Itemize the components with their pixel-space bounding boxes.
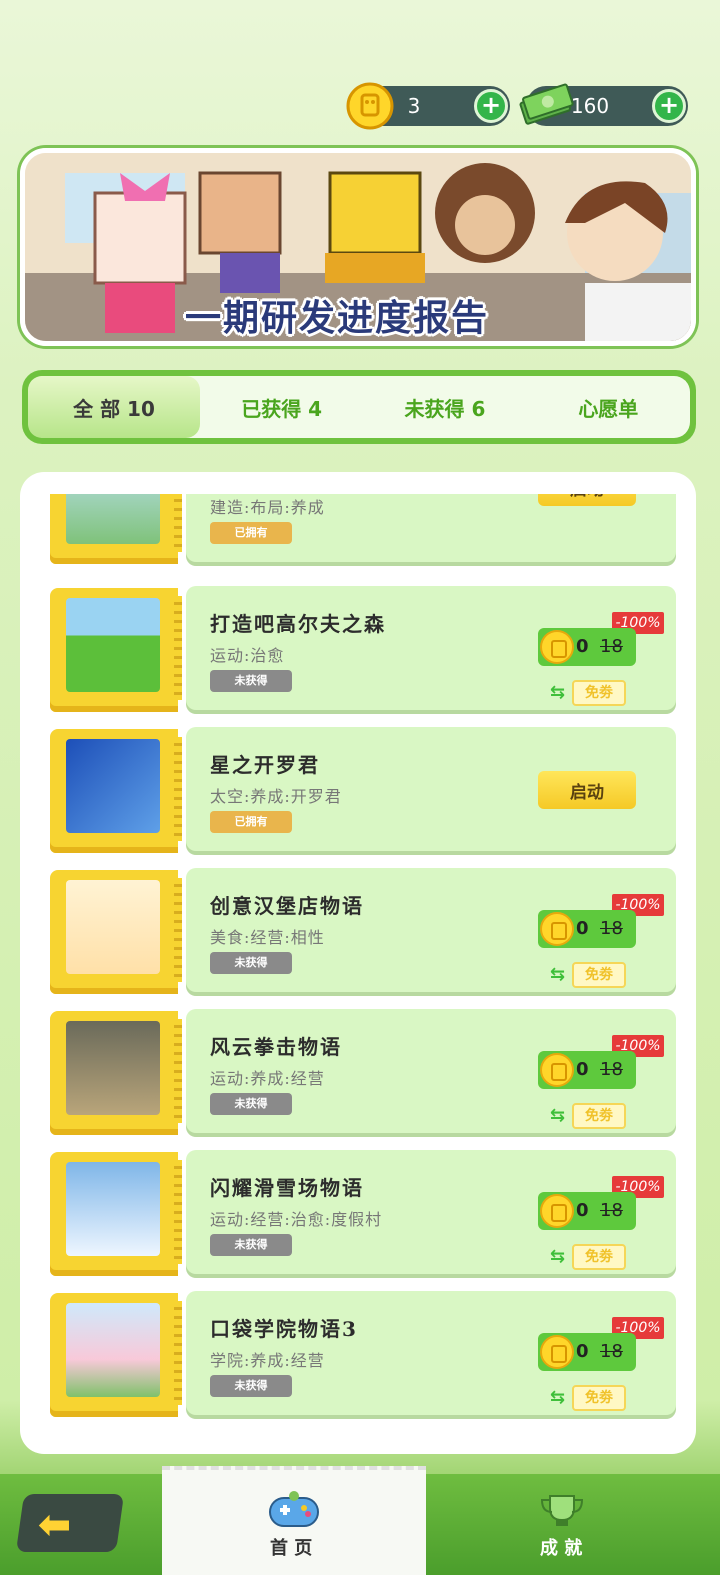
game-tags: 美食:经营:相性 [210,928,325,947]
status-badge: 未获得 [210,1093,292,1115]
tab-owned[interactable]: 已获得 4 [200,376,363,438]
free-ticket-button[interactable]: 免劵 [572,1103,626,1129]
free-ticket-button[interactable]: 免劵 [572,962,626,988]
status-badge: 已拥有 [210,522,292,544]
game-tags: 运动:治愈 [210,646,285,665]
price-original: 18 [600,918,623,939]
buy-button[interactable]: 0 18 [538,628,636,666]
game-title: 口袋学院物语3 [210,1317,358,1341]
game-tags: 运动:养成:经营 [210,1069,325,1088]
status-badge: 已拥有 [210,811,292,833]
list-item[interactable]: 打造吧高尔夫之森 运动:治愈 未获得 -100% 0 18 ⇆ 免劵 [50,586,676,714]
back-button[interactable]: ⬅ [15,1494,125,1552]
coin-icon [540,1335,574,1369]
cash-balance: 160 + [519,83,688,126]
swap-icon: ⇆ [550,964,566,985]
coin-balance: 3 + [346,82,510,130]
buy-button[interactable]: 0 18 [538,1333,636,1371]
free-ticket-button[interactable]: 免劵 [572,680,626,706]
filter-tabs: 全 部 10 已获得 4 未获得 6 心愿单 [22,370,696,444]
tab-not-owned[interactable]: 未获得 6 [363,376,526,438]
price-original: 18 [600,1059,623,1080]
game-title: 星之开罗君 [210,753,320,777]
price-original: 18 [600,636,623,657]
nav-home[interactable]: 首 页 [162,1466,426,1575]
game-card: 风云拳击物语 运动:养成:经营 未获得 -100% 0 18 ⇆ 免劵 [186,1009,676,1133]
nav-achievements[interactable]: 成 就 [500,1476,624,1572]
game-cartridge [50,729,182,853]
status-badge: 未获得 [210,1234,292,1256]
game-cartridge [50,1293,182,1417]
free-ticket-button[interactable]: 免劵 [572,1244,626,1270]
game-title: 打造吧高尔夫之森 [210,612,386,636]
coin-count: 3 [407,94,421,118]
list-item[interactable]: 创意汉堡店物语 美食:经营:相性 未获得 -100% 0 18 ⇆ 免劵 [50,868,676,996]
game-card: 创意汉堡店物语 美食:经营:相性 未获得 -100% 0 18 ⇆ 免劵 [186,868,676,992]
banner-title: 一期研发进度报告 [185,298,490,339]
list-item[interactable]: 星之开罗君 太空:养成:开罗君 已拥有 启动 [50,727,676,855]
list-item[interactable]: 风云拳击物语 运动:养成:经营 未获得 -100% 0 18 ⇆ 免劵 [50,1009,676,1137]
game-tags: 运动:经营:治愈:度假村 [210,1210,383,1229]
game-tags: 建造:布局:养成 [210,498,325,517]
promo-banner[interactable]: 一期研发进度报告 [20,148,696,346]
buy-button[interactable]: 0 18 [538,910,636,948]
tab-wishlist[interactable]: 心愿单 [527,376,690,438]
game-cartridge [50,494,182,564]
swap-icon: ⇆ [550,1246,566,1267]
price-current: 0 [576,1200,589,1221]
list-item[interactable]: 口袋学院物语3 学院:养成:经营 未获得 -100% 0 18 ⇆ 免劵 [50,1291,676,1419]
tab-all[interactable]: 全 部 10 [28,376,200,438]
price-current: 0 [576,918,589,939]
gamepad-icon [269,1491,319,1527]
price-current: 0 [576,1341,589,1362]
list-item[interactable]: 建造:布局:养成 已拥有 启动 [50,494,676,566]
add-cash-button[interactable]: + [652,89,686,123]
launch-button[interactable]: 启动 [538,771,636,809]
nav-achievements-label: 成 就 [540,1538,583,1559]
coin-icon [540,912,574,946]
nav-home-label: 首 页 [270,1538,313,1559]
coin-icon [540,1194,574,1228]
free-ticket-button[interactable]: 免劵 [572,1385,626,1411]
game-card: 打造吧高尔夫之森 运动:治愈 未获得 -100% 0 18 ⇆ 免劵 [186,586,676,710]
game-tags: 太空:养成:开罗君 [210,787,342,806]
game-list[interactable]: 建造:布局:养成 已拥有 启动 打造吧高尔夫之森 运动:治愈 未获得 -100%… [20,494,696,1434]
game-card: 星之开罗君 太空:养成:开罗君 已拥有 启动 [186,727,676,851]
list-item[interactable]: 闪耀滑雪场物语 运动:经营:治愈:度假村 未获得 -100% 0 18 ⇆ 免劵 [50,1150,676,1278]
game-cartridge [50,588,182,712]
swap-icon: ⇆ [550,682,566,703]
game-cartridge [50,1152,182,1276]
game-list-panel: 建造:布局:养成 已拥有 启动 打造吧高尔夫之森 运动:治愈 未获得 -100%… [20,472,696,1454]
game-card: 口袋学院物语3 学院:养成:经营 未获得 -100% 0 18 ⇆ 免劵 [186,1291,676,1415]
price-current: 0 [576,1059,589,1080]
game-title: 闪耀滑雪场物语 [210,1176,364,1200]
status-badge: 未获得 [210,952,292,974]
game-tags: 学院:养成:经营 [210,1351,325,1370]
swap-icon: ⇆ [550,1105,566,1126]
coin-icon [540,1053,574,1087]
game-card: 闪耀滑雪场物语 运动:经营:治愈:度假村 未获得 -100% 0 18 ⇆ 免劵 [186,1150,676,1274]
price-original: 18 [600,1341,623,1362]
swap-icon: ⇆ [550,1387,566,1408]
price-current: 0 [576,636,589,657]
status-badge: 未获得 [210,1375,292,1397]
price-original: 18 [600,1200,623,1221]
buy-button[interactable]: 0 18 [538,1051,636,1089]
trophy-icon [540,1495,584,1526]
game-title: 创意汉堡店物语 [210,894,364,918]
game-card: 建造:布局:养成 已拥有 启动 [186,494,676,562]
buy-button[interactable]: 0 18 [538,1192,636,1230]
add-coins-button[interactable]: + [474,89,508,123]
coin-icon [540,630,574,664]
game-title: 风云拳击物语 [210,1035,342,1059]
game-cartridge [50,1011,182,1135]
status-badge: 未获得 [210,670,292,692]
arrow-left-icon: ⬅ [37,1502,72,1548]
launch-button[interactable]: 启动 [538,494,636,506]
game-cartridge [50,870,182,994]
cash-count: 160 [570,94,610,118]
